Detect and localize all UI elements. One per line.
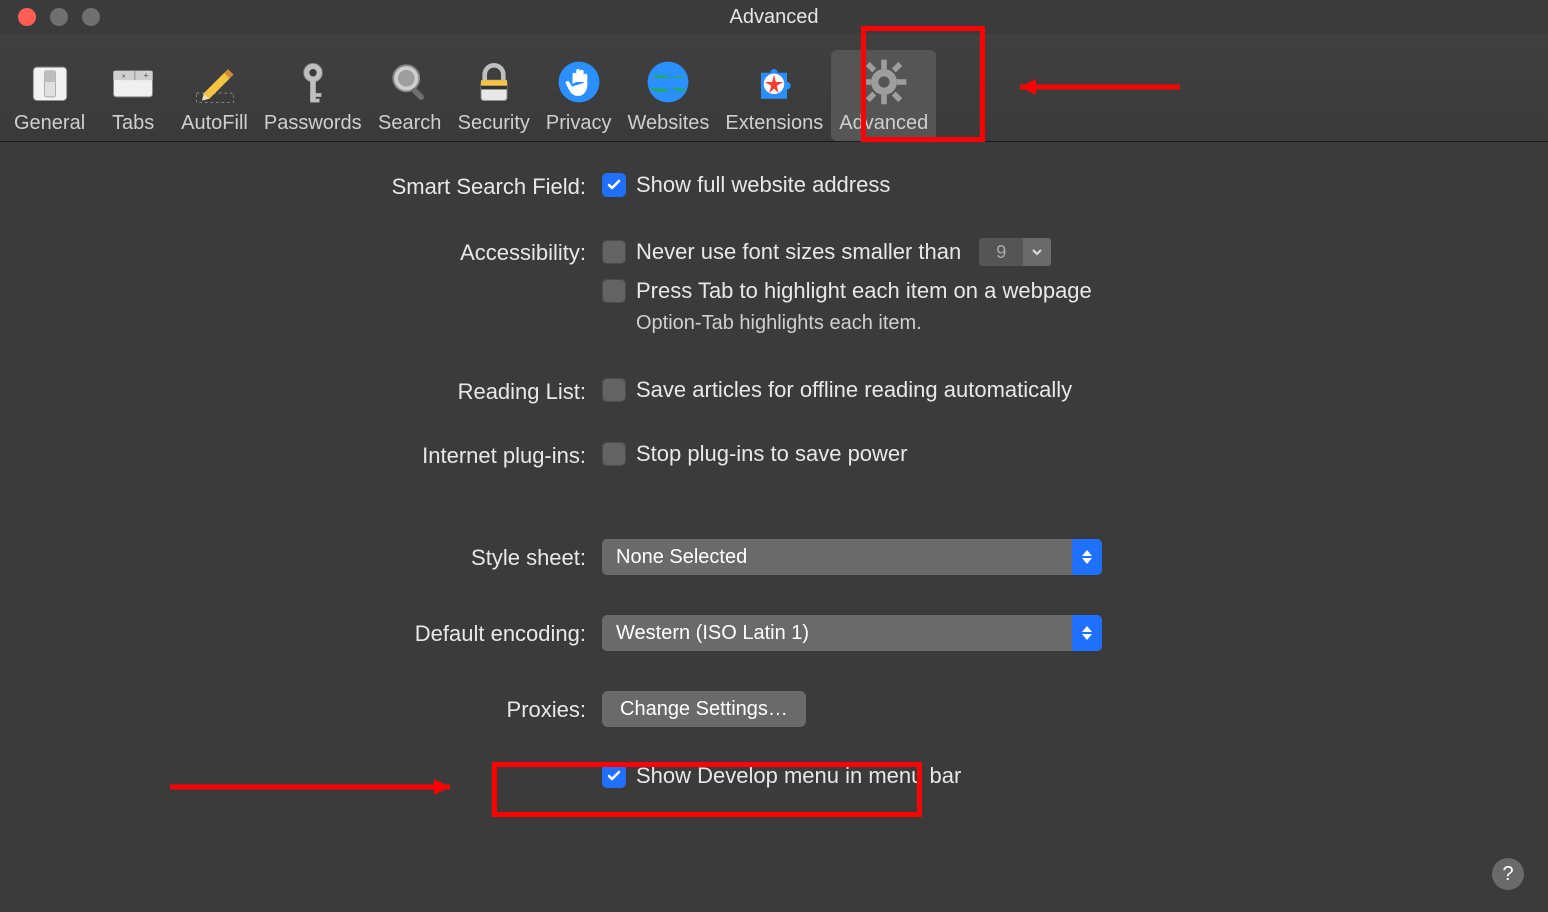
puzzle-icon xyxy=(746,54,802,110)
window-title: Advanced xyxy=(0,6,1548,29)
window-controls xyxy=(0,8,100,26)
titlebar: Advanced xyxy=(0,0,1548,34)
input-min-font-size[interactable] xyxy=(979,238,1023,266)
tab-label: Search xyxy=(378,112,441,135)
chevron-down-icon[interactable] xyxy=(1023,238,1051,266)
updown-icon xyxy=(1072,539,1102,575)
tab-general[interactable]: General xyxy=(6,50,93,141)
hand-icon xyxy=(551,54,607,110)
checkbox-show-full-address[interactable] xyxy=(602,173,626,197)
label-smart-search: Smart Search Field: xyxy=(224,172,586,200)
lock-icon xyxy=(466,54,522,110)
hint-option-tab: Option-Tab highlights each item. xyxy=(602,312,1324,335)
text-press-tab: Press Tab to highlight each item on a we… xyxy=(636,278,1092,304)
tab-label: General xyxy=(14,112,85,135)
tab-tabs[interactable]: × + Tabs xyxy=(93,50,173,141)
advanced-pane: Smart Search Field: Show full website ad… xyxy=(0,142,1548,912)
svg-text:+: + xyxy=(143,70,148,80)
tab-privacy[interactable]: Privacy xyxy=(538,50,620,141)
tab-label: Websites xyxy=(628,112,710,135)
checkbox-save-offline[interactable] xyxy=(602,378,626,402)
preferences-toolbar: General × + Tabs xyxy=(0,34,1548,142)
help-icon: ? xyxy=(1502,863,1513,886)
button-change-settings-label: Change Settings… xyxy=(620,698,788,721)
tab-label: Advanced xyxy=(839,112,928,135)
select-style-sheet-value: None Selected xyxy=(602,546,1072,569)
checkbox-press-tab[interactable] xyxy=(602,279,626,303)
tab-label: Passwords xyxy=(264,112,362,135)
tabs-icon: × + xyxy=(105,54,161,110)
svg-text:×: × xyxy=(122,71,126,80)
minimize-button[interactable] xyxy=(50,8,68,26)
label-accessibility: Accessibility: xyxy=(224,238,586,266)
stepper-min-font-size[interactable] xyxy=(979,238,1051,266)
tab-label: Security xyxy=(458,112,530,135)
text-develop-menu: Show Develop menu in menu bar xyxy=(636,763,961,789)
tab-label: Extensions xyxy=(725,112,823,135)
updown-icon xyxy=(1072,615,1102,651)
label-reading-list: Reading List: xyxy=(224,377,586,405)
label-plugins: Internet plug-ins: xyxy=(224,441,586,469)
tab-advanced[interactable]: Advanced xyxy=(831,50,936,141)
tab-search[interactable]: Search xyxy=(370,50,450,141)
select-style-sheet[interactable]: None Selected xyxy=(602,539,1102,575)
checkbox-min-font-size[interactable] xyxy=(602,240,626,264)
tab-label: Tabs xyxy=(112,112,154,135)
tab-autofill[interactable]: AutoFill xyxy=(173,50,256,141)
text-stop-plugins: Stop plug-ins to save power xyxy=(636,441,908,467)
gear-icon xyxy=(856,54,912,110)
text-save-offline: Save articles for offline reading automa… xyxy=(636,377,1072,403)
preferences-window: Advanced General × + xyxy=(0,0,1548,912)
label-style-sheet: Style sheet: xyxy=(224,539,586,571)
button-change-settings[interactable]: Change Settings… xyxy=(602,691,806,727)
tab-websites[interactable]: Websites xyxy=(620,50,718,141)
tab-security[interactable]: Security xyxy=(450,50,538,141)
zoom-button[interactable] xyxy=(82,8,100,26)
annotation-arrow-advanced xyxy=(1000,72,1200,102)
switch-icon xyxy=(22,54,78,110)
label-default-encoding: Default encoding: xyxy=(224,615,586,647)
text-min-font-size: Never use font sizes smaller than xyxy=(636,239,961,265)
tab-label: Privacy xyxy=(546,112,612,135)
pencil-icon xyxy=(187,54,243,110)
tab-label: AutoFill xyxy=(181,112,248,135)
close-button[interactable] xyxy=(18,8,36,26)
checkbox-stop-plugins[interactable] xyxy=(602,442,626,466)
select-default-encoding[interactable]: Western (ISO Latin 1) xyxy=(602,615,1102,651)
label-proxies: Proxies: xyxy=(224,691,586,723)
tab-extensions[interactable]: Extensions xyxy=(717,50,831,141)
select-default-encoding-value: Western (ISO Latin 1) xyxy=(602,622,1072,645)
globe-icon xyxy=(640,54,696,110)
text-show-full-address: Show full website address xyxy=(636,172,890,198)
magnifier-icon xyxy=(382,54,438,110)
key-icon xyxy=(285,54,341,110)
tab-passwords[interactable]: Passwords xyxy=(256,50,370,141)
help-button[interactable]: ? xyxy=(1492,858,1524,890)
checkbox-develop-menu[interactable] xyxy=(602,764,626,788)
